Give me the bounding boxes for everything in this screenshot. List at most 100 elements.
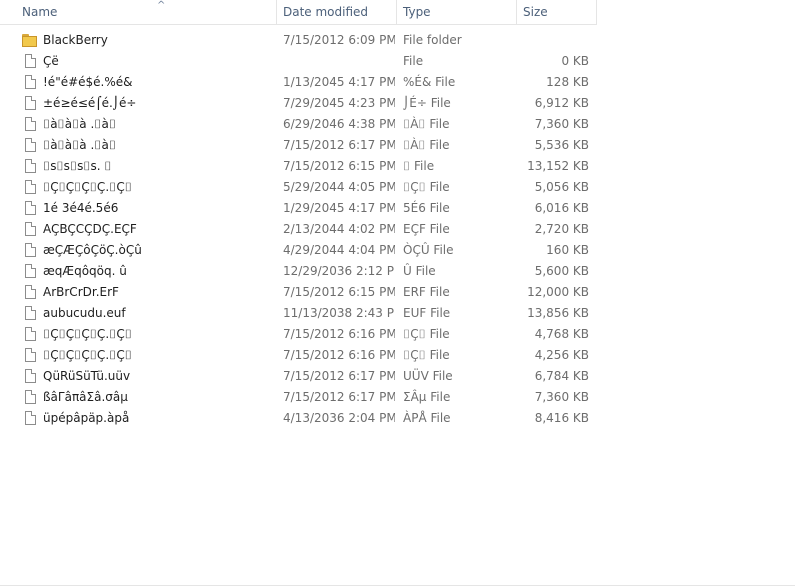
column-header-name[interactable]: Name ^ (16, 0, 277, 24)
file-list-item[interactable]: üpépâpäp.àpå 4/13/2036 2:04 PM ÀPÅ File 8,4… (0, 408, 600, 429)
file-name: æqÆqôqöq. û (43, 264, 127, 278)
file-size: 12,000 KB (527, 285, 589, 299)
file-date-modified: 7/15/2012 6:15 PM (283, 159, 395, 173)
file-date-modified: 7/15/2012 6:16 PM (283, 327, 395, 341)
file-date-modified: 7/29/2045 4:23 PM (283, 96, 395, 110)
file-date-modified: 5/29/2044 4:05 PM (283, 180, 395, 194)
file-list-item[interactable]: ⌷s⌷s⌷s⌷s. ⌷ 7/15/2012 6:15 PM ⌷ File 13,152… (0, 156, 600, 177)
file-list-item[interactable]: æqÆqôqöq. û 12/29/2036 2:12 PM Û File 5,600… (0, 261, 600, 282)
file-list-item[interactable]: ßâΓâπâΣâ.σâµ 7/15/2012 6:17 PM ΣÂµ File 7,3… (0, 387, 600, 408)
file-name: æÇÆÇôÇöÇ.òÇû (43, 243, 142, 257)
file-type: ÀPÅ File (403, 411, 451, 425)
file-date-modified: 4/13/2036 2:04 PM (283, 411, 395, 425)
file-list-item[interactable]: ⌷Ç⌷Ç⌷Ç⌷Ç.⌷Ç⌷ 5/29/2044 4:05 PM ⌷Ç⌷ File 5,0… (0, 177, 600, 198)
file-date-modified: 6/29/2046 4:38 PM (283, 117, 395, 131)
file-name: aubucudu.euf (43, 306, 126, 320)
column-header-type[interactable]: Type (397, 0, 517, 24)
file-name: ArBrCrDr.ErF (43, 285, 119, 299)
file-type: UÜV File (403, 369, 453, 383)
file-name: !é"é#é$é.%é& (43, 75, 133, 89)
folder-icon (22, 34, 38, 47)
file-date-modified: 1/29/2045 4:17 PM (283, 201, 395, 215)
file-icon (25, 264, 36, 278)
file-icon (25, 75, 36, 89)
file-name: QüRüSüTü.uüv (43, 369, 131, 383)
file-date-modified: 7/15/2012 6:17 PM (283, 369, 395, 383)
file-size: 6,912 KB (534, 96, 589, 110)
file-name: BlackBerry (43, 33, 108, 47)
file-list-item[interactable]: 1é 3é4é.5é6 1/29/2045 4:17 PM 5É6 File 6,01… (0, 198, 600, 219)
file-list-item[interactable]: æÇÆÇôÇöÇ.òÇû 4/29/2044 4:04 PM ÒÇÛ File 160… (0, 240, 600, 261)
file-type: ÒÇÛ File (403, 243, 454, 257)
file-icon (25, 222, 36, 236)
file-icon (25, 243, 36, 257)
file-list-item[interactable]: ±é≥é≤é⌠é.⌡é÷ 7/29/2045 4:23 PM ⌡É÷ File 6,9… (0, 93, 600, 114)
file-size (517, 30, 589, 51)
column-header-date-label: Date modified (283, 5, 369, 19)
file-size: 13,152 KB (527, 159, 589, 173)
file-date-modified: 7/15/2012 6:17 PM (283, 390, 395, 404)
file-type: ΣÂµ File (403, 390, 451, 404)
file-date-modified: 11/13/2038 2:43 PM (283, 306, 395, 320)
file-icon (25, 285, 36, 299)
file-name: üpépâpäp.àpå (43, 411, 130, 425)
file-size: 2,720 KB (534, 222, 589, 236)
file-icon (25, 348, 36, 362)
file-name: 1é 3é4é.5é6 (43, 201, 119, 215)
file-list-item[interactable]: ⌷à⌷à⌷à .⌷à⌷ 7/15/2012 6:17 PM ⌷À⌷ File 5,53… (0, 135, 600, 156)
file-date-modified: 7/15/2012 6:09 PM (283, 33, 395, 47)
file-list-item[interactable]: ⌷Ç⌷Ç⌷Ç⌷Ç.⌷Ç⌷ 7/15/2012 6:16 PM ⌷Ç⌷ File 4,7… (0, 324, 600, 345)
file-icon (25, 54, 36, 68)
file-date-modified: 4/29/2044 4:04 PM (283, 243, 395, 257)
file-icon (25, 159, 36, 173)
file-size: 4,256 KB (534, 348, 589, 362)
file-type: File folder (403, 33, 462, 47)
file-list-item[interactable]: Çë File 0 KB (0, 51, 600, 72)
file-size: 8,416 KB (534, 411, 589, 425)
file-type: ⌷Ç⌷ File (403, 348, 450, 362)
file-list-item[interactable]: QüRüSüTü.uüv 7/15/2012 6:17 PM UÜV File 6,7… (0, 366, 600, 387)
file-type: ⌷À⌷ File (403, 117, 450, 131)
file-type: EÇF File (403, 222, 450, 236)
file-type: 5É6 File (403, 201, 450, 215)
file-date-modified: 7/15/2012 6:15 PM (283, 285, 395, 299)
file-type: Û File (403, 264, 436, 278)
file-list-item[interactable]: ArBrCrDr.ErF 7/15/2012 6:15 PM ERF File 12,… (0, 282, 600, 303)
file-type: ⌷Ç⌷ File (403, 180, 450, 194)
file-size: 13,856 KB (527, 306, 589, 320)
file-list-item[interactable]: ⌷à⌷à⌷à .⌷à⌷ 6/29/2046 4:38 PM ⌷À⌷ File 7,36… (0, 114, 600, 135)
file-list-item[interactable]: !é"é#é$é.%é& 1/13/2045 4:17 PM %É& File 128… (0, 72, 600, 93)
file-type: File (403, 54, 424, 68)
file-size: 6,784 KB (534, 369, 589, 383)
file-date-modified: 1/13/2045 4:17 PM (283, 75, 395, 89)
column-header-bar: Name ^ Date modified Type Size (0, 0, 597, 25)
file-list-item[interactable]: AÇBÇCÇDÇ.EÇF 2/13/2044 4:02 PM EÇF File 2,7… (0, 219, 600, 240)
file-list: BlackBerry 7/15/2012 6:09 PM File folder Çë… (0, 30, 600, 429)
column-header-size-label: Size (523, 5, 548, 19)
file-icon (25, 117, 36, 131)
file-type: ⌷À⌷ File (403, 138, 450, 152)
file-size: 7,360 KB (534, 390, 589, 404)
file-date-modified: 7/15/2012 6:16 PM (283, 348, 395, 362)
file-size: 5,056 KB (534, 180, 589, 194)
file-name: ±é≥é≤é⌠é.⌡é÷ (43, 96, 137, 110)
file-icon (25, 369, 36, 383)
file-type: EUF File (403, 306, 451, 320)
file-size: 0 KB (561, 54, 589, 68)
file-date-modified: 2/13/2044 4:02 PM (283, 222, 395, 236)
divider (0, 585, 795, 586)
file-icon (25, 411, 36, 425)
file-icon (25, 306, 36, 320)
column-header-date-modified[interactable]: Date modified (277, 0, 397, 24)
file-size: 4,768 KB (534, 327, 589, 341)
file-type: ⌡É÷ File (403, 96, 451, 110)
file-name: Çë (43, 54, 59, 68)
file-list-item[interactable]: ⌷Ç⌷Ç⌷Ç⌷Ç.⌷Ç⌷ 7/15/2012 6:16 PM ⌷Ç⌷ File 4,2… (0, 345, 600, 366)
file-icon (25, 96, 36, 110)
file-size: 6,016 KB (534, 201, 589, 215)
file-list-item[interactable]: BlackBerry 7/15/2012 6:09 PM File folder (0, 30, 600, 51)
file-list-item[interactable]: aubucudu.euf 11/13/2038 2:43 PM EUF File 13… (0, 303, 600, 324)
file-name: ⌷Ç⌷Ç⌷Ç⌷Ç.⌷Ç⌷ (43, 327, 132, 341)
file-name: ßâΓâπâΣâ.σâµ (43, 390, 128, 404)
column-header-size[interactable]: Size (517, 0, 597, 24)
